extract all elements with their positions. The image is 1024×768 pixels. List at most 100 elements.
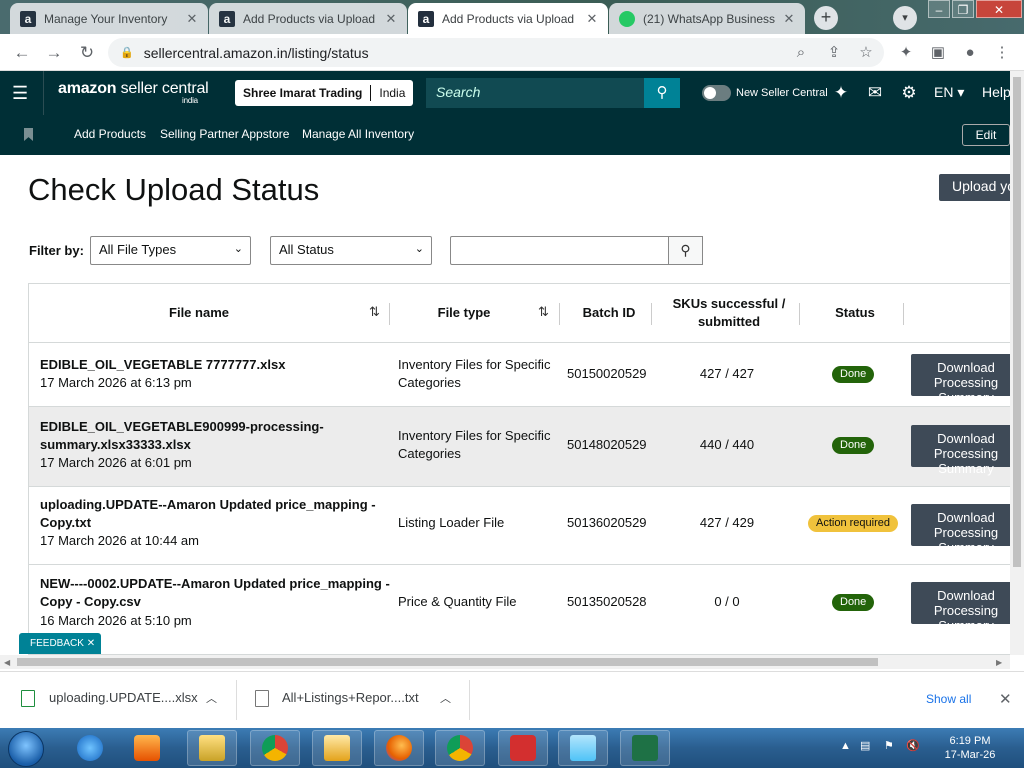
- browser-tab[interactable]: a Manage Your Inventory ✕: [10, 3, 208, 34]
- browser-tab-active[interactable]: a Add Products via Upload ✕: [408, 3, 608, 34]
- media-player-icon[interactable]: [122, 730, 172, 766]
- window-close-button[interactable]: ✕: [976, 0, 1022, 18]
- firefox-icon[interactable]: [374, 730, 424, 766]
- file-type-select[interactable]: All File Types ⌄: [90, 236, 251, 265]
- file-type-value: All File Types: [99, 242, 177, 257]
- download-summary-button[interactable]: Download Processing Summary: [911, 504, 1010, 555]
- close-icon[interactable]: ✕: [381, 11, 401, 27]
- language-selector[interactable]: EN ▾: [934, 84, 964, 101]
- scrollbar-thumb[interactable]: [1013, 77, 1021, 567]
- zoom-icon[interactable]: ⌕: [790, 42, 812, 64]
- status-select[interactable]: All Status ⌄: [270, 236, 432, 265]
- show-all-link[interactable]: Show all: [926, 692, 971, 706]
- chrome-icon[interactable]: [250, 730, 300, 766]
- menu-kebab-icon[interactable]: ⋮: [991, 42, 1013, 64]
- store-name: Shree Imarat Trading: [243, 86, 363, 100]
- upload-date: 17 March 2026 at 6:01 pm: [40, 455, 192, 470]
- download-item[interactable]: uploading.UPDATE....xlsx: [49, 690, 198, 705]
- close-icon[interactable]: ✕: [779, 11, 799, 27]
- feedback-button[interactable]: FEEDBACK ✕: [19, 633, 101, 654]
- internet-explorer-icon[interactable]: [65, 730, 115, 766]
- nav-selling-partner-appstore[interactable]: Selling Partner Appstore: [160, 127, 289, 141]
- seller-central-logo[interactable]: amazon seller central india: [58, 80, 209, 105]
- download-summary-button[interactable]: Download Processing Summary: [911, 425, 1010, 476]
- header-search-input[interactable]: Search: [426, 78, 644, 108]
- minimize-button[interactable]: –: [928, 0, 950, 18]
- extensions-icon[interactable]: ✦: [895, 42, 917, 64]
- back-icon[interactable]: ←: [10, 41, 34, 65]
- column-header-status: Status: [835, 305, 875, 320]
- upload-button[interactable]: Upload yo: [939, 174, 1019, 201]
- nav-add-products[interactable]: Add Products: [74, 127, 146, 141]
- mail-icon[interactable]: ✉: [864, 83, 886, 103]
- chevron-up-icon[interactable]: ▲: [840, 740, 851, 752]
- outlook-icon[interactable]: [312, 730, 362, 766]
- system-clock[interactable]: 6:19 PM 17-Mar-26: [940, 734, 1000, 762]
- network-icon[interactable]: ▤: [860, 739, 870, 752]
- forward-icon[interactable]: →: [42, 41, 66, 65]
- excel-icon[interactable]: [620, 730, 670, 766]
- start-button[interactable]: [8, 731, 44, 767]
- sidepanel-icon[interactable]: ▣: [927, 42, 949, 64]
- address-bar[interactable]: 🔒 sellercentral.amazon.in/listing/status: [108, 38, 884, 67]
- new-seller-central-toggle[interactable]: [702, 85, 731, 101]
- amazon-icon: a: [418, 10, 434, 27]
- sort-icon[interactable]: ⇅: [369, 304, 380, 320]
- download-summary-button[interactable]: Download Processing Summary: [911, 354, 1010, 405]
- nav-manage-all-inventory[interactable]: Manage All Inventory: [302, 127, 414, 141]
- txt-file-icon: [255, 690, 269, 707]
- download-summary-button[interactable]: Download Processing Summary: [911, 582, 1010, 633]
- url-text: sellercentral.amazon.in/listing/status: [143, 44, 369, 61]
- settings-gear-icon[interactable]: ⚙: [898, 83, 920, 103]
- scroll-left-icon[interactable]: ◀: [4, 658, 10, 667]
- file-type: Listing Loader File: [398, 515, 505, 530]
- maximize-button[interactable]: ❐: [952, 0, 974, 18]
- browser-tab[interactable]: a Add Products via Upload ✕: [209, 3, 407, 34]
- chevron-down-icon: ⌄: [414, 243, 424, 255]
- close-icon[interactable]: ✕: [87, 638, 95, 649]
- help-link[interactable]: Help: [982, 84, 1011, 100]
- amazon-icon: a: [219, 10, 235, 27]
- skus-count: 0 / 0: [714, 594, 740, 609]
- reload-icon[interactable]: ↻: [75, 41, 99, 65]
- vertical-scrollbar[interactable]: [1010, 71, 1024, 655]
- new-tab-button[interactable]: +: [814, 6, 838, 30]
- search-icon[interactable]: ⚲: [668, 236, 703, 265]
- share-icon[interactable]: ⇪: [823, 42, 845, 64]
- bookmark-star-icon[interactable]: ☆: [855, 42, 877, 64]
- profile-avatar[interactable]: ●: [959, 42, 981, 64]
- store-switcher[interactable]: Shree Imarat Trading India: [235, 80, 414, 106]
- browser-tab[interactable]: (21) WhatsApp Business ✕: [609, 3, 805, 34]
- table-row: EDIBLE_OIL_VEGETABLE900999-processing-su…: [29, 406, 1010, 486]
- scrollbar-thumb[interactable]: [17, 658, 878, 666]
- notepad-icon[interactable]: [558, 730, 608, 766]
- tab-title: Add Products via Upload: [442, 11, 575, 26]
- volume-icon[interactable]: 🔇: [906, 739, 920, 752]
- tab-search-button[interactable]: ▾: [893, 6, 917, 30]
- wps-office-icon[interactable]: [498, 730, 548, 766]
- close-icon[interactable]: ✕: [582, 11, 602, 27]
- search-icon[interactable]: ⚲: [644, 78, 680, 108]
- batch-id: 50136020529: [567, 515, 647, 530]
- close-icon[interactable]: ✕: [182, 11, 202, 27]
- tab-title: Manage Your Inventory: [44, 11, 168, 26]
- scroll-right-icon[interactable]: ▶: [996, 658, 1002, 667]
- file-search-input[interactable]: [450, 236, 669, 265]
- skus-count: 427 / 429: [699, 515, 755, 530]
- logo-seller-central: seller central: [120, 80, 209, 97]
- sparkle-icon[interactable]: ✦: [830, 83, 852, 103]
- horizontal-scrollbar[interactable]: ◀ ▶: [0, 655, 1010, 669]
- chevron-up-icon[interactable]: ︿: [440, 690, 451, 706]
- download-item[interactable]: All+Listings+Repor....txt: [282, 690, 419, 705]
- batch-id: 50150020529: [567, 366, 647, 381]
- sort-icon[interactable]: ⇅: [538, 304, 549, 320]
- file-name: uploading.UPDATE--Amaron Updated price_m…: [40, 497, 376, 530]
- flag-icon[interactable]: ⚑: [884, 739, 894, 752]
- hamburger-menu-icon[interactable]: ☰: [12, 83, 30, 103]
- bookmark-icon[interactable]: [24, 128, 33, 141]
- close-icon[interactable]: ✕: [999, 690, 1012, 708]
- edit-button[interactable]: Edit: [962, 124, 1010, 146]
- chevron-up-icon[interactable]: ︿: [206, 690, 217, 706]
- file-explorer-icon[interactable]: [187, 730, 237, 766]
- chrome-icon[interactable]: [435, 730, 485, 766]
